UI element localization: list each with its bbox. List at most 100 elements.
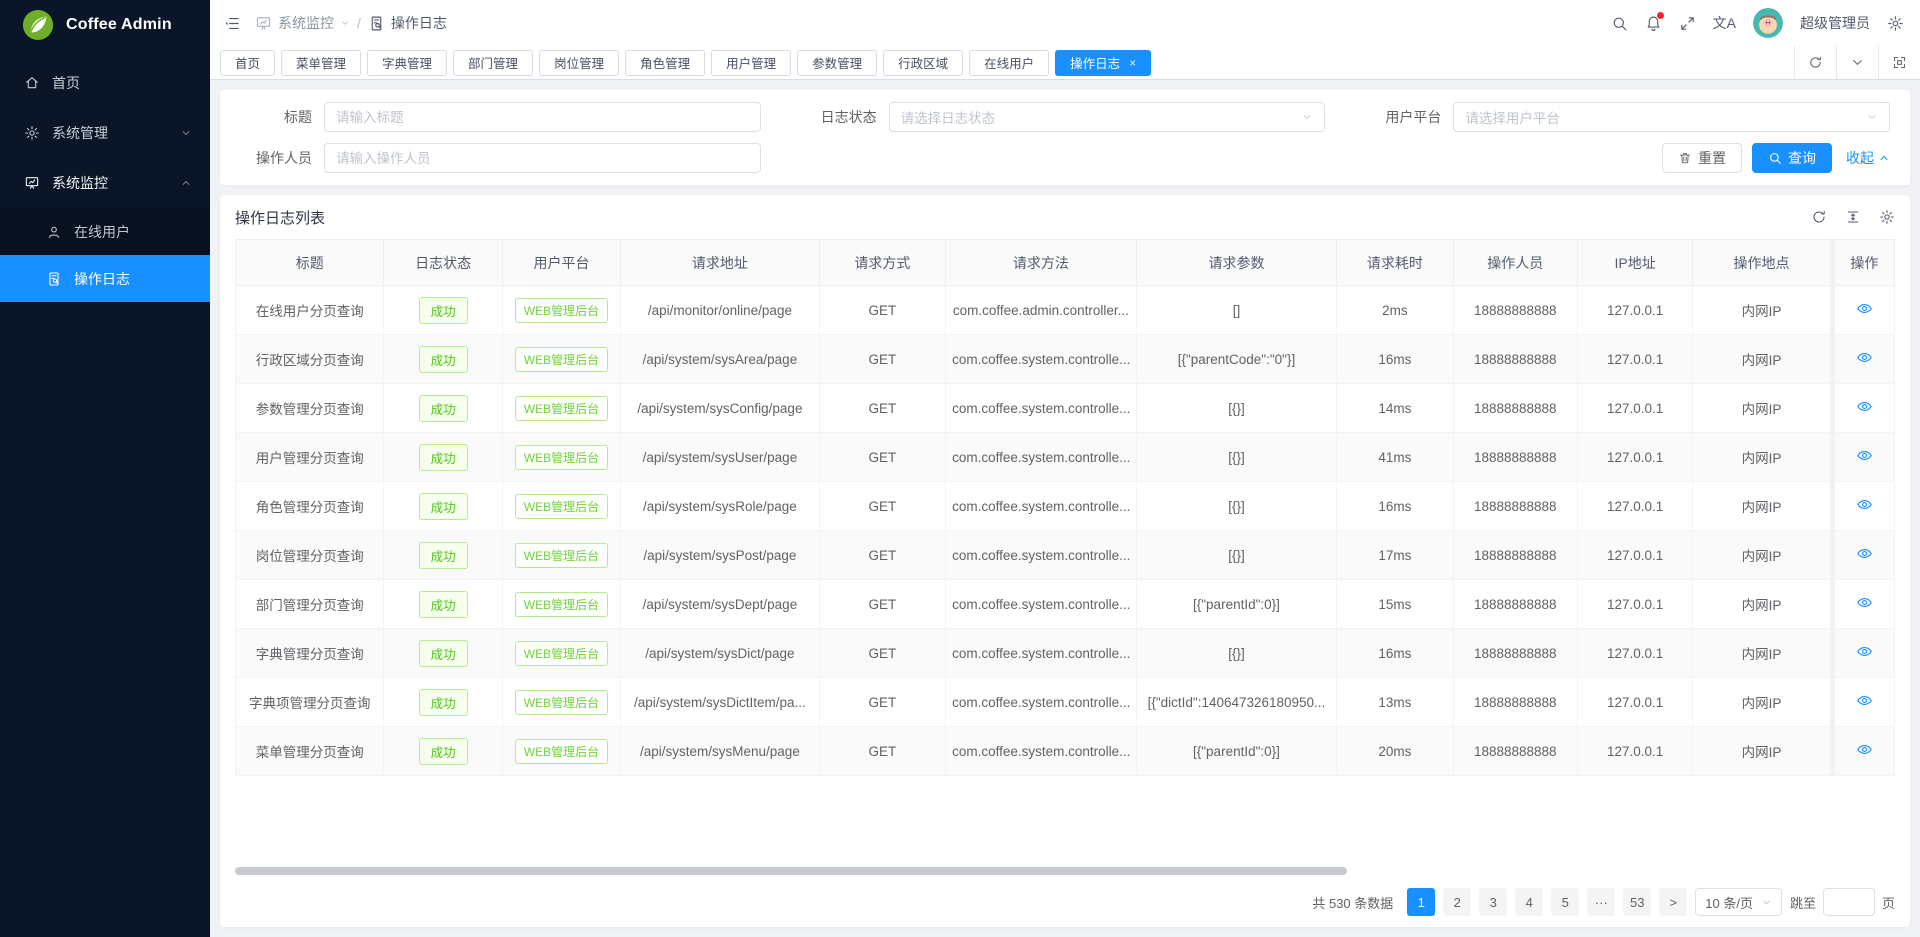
view-detail-eye-icon[interactable] xyxy=(1856,300,1873,317)
page-content: 标题 日志状态 请选择日志状态 用户平台 请选择用户平台 操作人员 xyxy=(210,80,1920,937)
table-cell: 行政区域分页查询 xyxy=(236,335,384,384)
status-badge: 成功 xyxy=(419,395,468,422)
view-detail-eye-icon[interactable] xyxy=(1856,398,1873,415)
table-cell: 内网IP xyxy=(1693,482,1832,531)
table-cell: 角色管理分页查询 xyxy=(236,482,384,531)
fullscreen-icon[interactable] xyxy=(1679,15,1696,32)
tab-行政区域[interactable]: 行政区域 xyxy=(883,50,963,76)
table-cell: /api/system/sysDept/page xyxy=(621,580,820,629)
view-detail-eye-icon[interactable] xyxy=(1856,692,1873,709)
page-button-5[interactable]: 5 xyxy=(1551,888,1579,916)
search-button[interactable]: 查询 xyxy=(1752,143,1832,173)
maximize-icon[interactable] xyxy=(1878,46,1920,79)
operator-input[interactable] xyxy=(336,151,749,166)
table-row: 行政区域分页查询成功WEB管理后台/api/system/sysArea/pag… xyxy=(236,335,1895,384)
tab-角色管理[interactable]: 角色管理 xyxy=(625,50,705,76)
sidebar-item-label: 操作日志 xyxy=(74,269,130,289)
chevron-down-icon[interactable] xyxy=(1836,46,1878,79)
reset-button[interactable]: 重置 xyxy=(1662,143,1742,173)
page-button-4[interactable]: 4 xyxy=(1515,888,1543,916)
refresh-icon[interactable] xyxy=(1811,209,1827,225)
page-button-3[interactable]: 3 xyxy=(1479,888,1507,916)
view-detail-eye-icon[interactable] xyxy=(1856,594,1873,611)
table-cell: com.coffee.admin.controller... xyxy=(946,286,1137,335)
breadcrumb-parent[interactable]: 系统监控 xyxy=(255,13,350,33)
avatar[interactable] xyxy=(1753,8,1783,38)
jump-page-input[interactable] xyxy=(1823,888,1875,916)
tab-菜单管理[interactable]: 菜单管理 xyxy=(281,50,361,76)
status-badge: 成功 xyxy=(419,738,468,765)
refresh-icon[interactable] xyxy=(1794,46,1836,79)
table-cell: GET xyxy=(819,531,945,580)
close-icon[interactable]: × xyxy=(1129,57,1136,69)
column-header: 用户平台 xyxy=(502,240,620,286)
filter-actions: 重置 查询 收起 xyxy=(1349,143,1890,173)
tab-字典管理[interactable]: 字典管理 xyxy=(367,50,447,76)
filter-field-status: 日志状态 请选择日志状态 xyxy=(785,102,1326,132)
app-logo[interactable]: Coffee Admin xyxy=(0,0,210,50)
chevron-up-icon xyxy=(180,177,192,189)
platform-select[interactable]: 请选择用户平台 xyxy=(1453,102,1890,132)
table-cell: com.coffee.system.controlle... xyxy=(946,384,1137,433)
table-cell: 127.0.0.1 xyxy=(1577,678,1692,727)
page-ellipsis[interactable]: ··· xyxy=(1587,888,1615,916)
menu-fold-icon[interactable] xyxy=(224,15,241,32)
table-cell: 用户管理分页查询 xyxy=(236,433,384,482)
view-detail-eye-icon[interactable] xyxy=(1856,496,1873,513)
tab-首页[interactable]: 首页 xyxy=(220,50,275,76)
column-header: 请求地址 xyxy=(621,240,820,286)
platform-badge: WEB管理后台 xyxy=(515,396,608,421)
page-button-53[interactable]: 53 xyxy=(1623,888,1651,916)
view-detail-eye-icon[interactable] xyxy=(1856,643,1873,660)
table-cell: 13ms xyxy=(1337,678,1453,727)
page-size-select[interactable]: 10 条/页 xyxy=(1695,888,1782,916)
column-settings-gear-icon[interactable] xyxy=(1879,209,1895,225)
status-badge: 成功 xyxy=(419,591,468,618)
breadcrumb-separator: / xyxy=(357,15,361,31)
page-button-1[interactable]: 1 xyxy=(1407,888,1435,916)
page-button-2[interactable]: 2 xyxy=(1443,888,1471,916)
notification-dot xyxy=(1657,12,1664,19)
tab-岗位管理[interactable]: 岗位管理 xyxy=(539,50,619,76)
table-cell: com.coffee.system.controlle... xyxy=(946,482,1137,531)
tab-在线用户[interactable]: 在线用户 xyxy=(969,50,1049,76)
title-input[interactable] xyxy=(336,110,749,125)
next-page-button[interactable]: > xyxy=(1659,888,1687,916)
table-cell: com.coffee.system.controlle... xyxy=(946,580,1137,629)
sidebar-item-system-management[interactable]: 系统管理 xyxy=(0,108,210,158)
table-header-row: 标题日志状态用户平台请求地址请求方式请求方法请求参数请求耗时操作人员IP地址操作… xyxy=(236,240,1895,286)
search-icon[interactable] xyxy=(1611,15,1628,32)
sidebar-item-operation-log[interactable]: 操作日志 xyxy=(0,255,210,302)
table-cell: 菜单管理分页查询 xyxy=(236,727,384,776)
platform-badge: WEB管理后台 xyxy=(515,347,608,372)
view-detail-eye-icon[interactable] xyxy=(1856,447,1873,464)
sidebar-item-system-monitor[interactable]: 系统监控 xyxy=(0,158,210,208)
status-select[interactable]: 请选择日志状态 xyxy=(889,102,1326,132)
view-detail-eye-icon[interactable] xyxy=(1856,545,1873,562)
translate-icon[interactable]: 文A xyxy=(1713,13,1736,33)
settings-gear-icon[interactable] xyxy=(1887,15,1904,32)
row-density-icon[interactable] xyxy=(1845,209,1861,225)
tab-用户管理[interactable]: 用户管理 xyxy=(711,50,791,76)
top-header: 系统监控 / 操作日志 文A 超级管理员 xyxy=(210,0,1920,46)
tab-bar-tools xyxy=(1794,46,1920,79)
user-name[interactable]: 超级管理员 xyxy=(1800,13,1870,33)
view-detail-eye-icon[interactable] xyxy=(1856,349,1873,366)
table-cell: 2ms xyxy=(1337,286,1453,335)
table-cell: /api/system/sysArea/page xyxy=(621,335,820,384)
table-cell: com.coffee.system.controlle... xyxy=(946,433,1137,482)
tab-操作日志[interactable]: 操作日志× xyxy=(1055,50,1151,76)
table-tools xyxy=(1811,209,1895,225)
pagination-pages: 12345 ··· 53 xyxy=(1407,888,1651,916)
collapse-link[interactable]: 收起 xyxy=(1846,148,1890,168)
tab-部门管理[interactable]: 部门管理 xyxy=(453,50,533,76)
table-cell: GET xyxy=(819,580,945,629)
table-cell: 18888888888 xyxy=(1453,531,1577,580)
notification-bell-icon[interactable] xyxy=(1645,15,1662,32)
scrollbar-thumb[interactable] xyxy=(235,867,1347,875)
sidebar-item-home[interactable]: 首页 xyxy=(0,58,210,108)
table-cell: 部门管理分页查询 xyxy=(236,580,384,629)
sidebar-item-online-users[interactable]: 在线用户 xyxy=(0,208,210,255)
view-detail-eye-icon[interactable] xyxy=(1856,741,1873,758)
tab-参数管理[interactable]: 参数管理 xyxy=(797,50,877,76)
